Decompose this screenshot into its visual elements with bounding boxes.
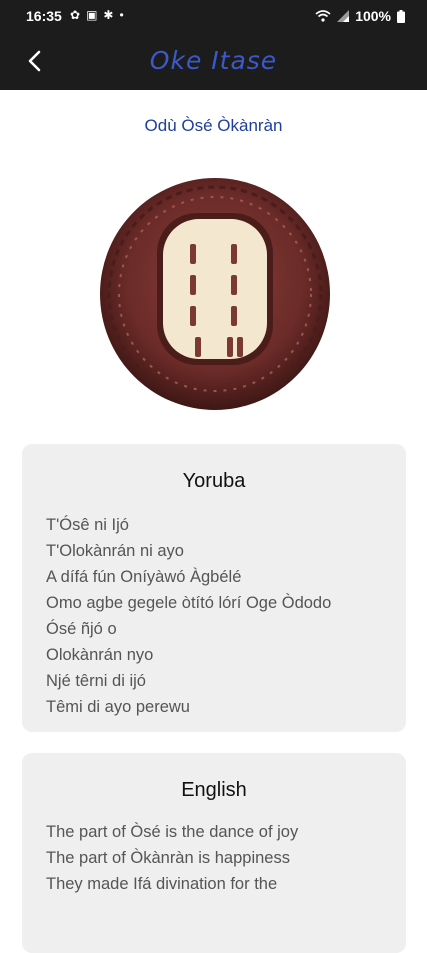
english-verse: The part of Òsé is the dance of joy The … bbox=[46, 819, 396, 897]
verse-line: Olokànrán nyo bbox=[46, 646, 154, 664]
yoruba-verse: T'Ósê ni Ijó T'Olokànrán ni ayo A dífá f… bbox=[46, 512, 396, 720]
verse-line: Têmi di ayo perewu bbox=[46, 698, 190, 716]
verse-line: Ósé ñjó o bbox=[46, 620, 117, 638]
flower-icon: ✿ bbox=[70, 8, 87, 22]
english-card: English The part of Òsé is the dance of … bbox=[22, 753, 406, 953]
app-title: Oke Itase bbox=[149, 46, 278, 75]
status-right: 100% bbox=[315, 8, 405, 24]
odu-title: Odù Òsé Òkànràn bbox=[144, 116, 283, 135]
wifi-icon bbox=[315, 10, 331, 22]
verse-line: Omo agbe gegele òtító lórí Oge Òdodo bbox=[46, 594, 332, 612]
yoruba-heading: Yoruba bbox=[182, 470, 246, 492]
status-time: 16:35 bbox=[26, 8, 62, 24]
verse-line: T'Olokànrán ni ayo bbox=[46, 542, 184, 560]
opon-ifa-tray-image bbox=[100, 178, 330, 410]
english-heading: English bbox=[181, 779, 247, 801]
dot-icon: • bbox=[119, 8, 130, 22]
battery-percent: 100% bbox=[355, 8, 391, 24]
yoruba-card: Yoruba T'Ósê ni Ijó T'Olokànrán ni ayo A… bbox=[22, 444, 406, 732]
verse-line: They made Ifá divination for the bbox=[46, 875, 278, 893]
bug-icon: ✱ bbox=[103, 8, 120, 22]
notification-icons: ✿▣✱• bbox=[70, 8, 130, 22]
image-icon: ▣ bbox=[86, 8, 104, 22]
battery-icon bbox=[397, 9, 405, 23]
verse-line: T'Ósê ni Ijó bbox=[46, 516, 129, 534]
verse-line: The part of Òsé is the dance of joy bbox=[46, 823, 299, 841]
signal-icon bbox=[337, 10, 350, 22]
verse-line: Njé têrni di ijó bbox=[46, 672, 146, 690]
status-bar: 16:35 ✿▣✱• 100% bbox=[0, 0, 427, 34]
verse-line: A dífá fún Oníyàwó Àgbélé bbox=[46, 568, 242, 586]
app-bar: Oke Itase bbox=[0, 34, 427, 90]
verse-line: The part of Òkànràn is happiness bbox=[46, 849, 290, 867]
